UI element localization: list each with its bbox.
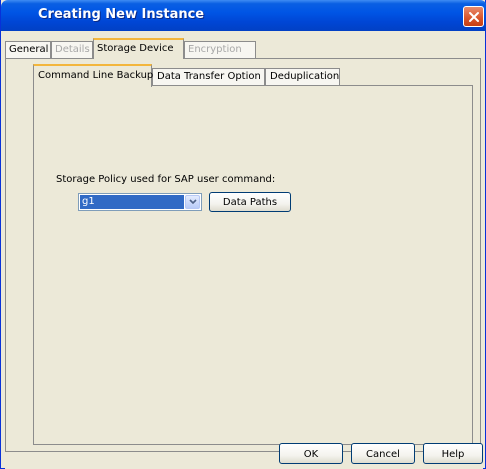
close-button[interactable] [463,6,484,27]
tab-deduplication[interactable]: Deduplication [265,68,340,86]
tab-data-transfer-option[interactable]: Data Transfer Option [152,68,265,86]
title-bar[interactable]: Creating New Instance [1,0,486,31]
tab-general[interactable]: General [5,41,51,58]
storage-device-panel: Command Line Backup Data Transfer Option… [5,58,481,452]
tab-label: Storage Device [97,43,174,54]
tab-command-line-backup[interactable]: Command Line Backup [33,64,154,87]
dialog-window: Creating New Instance General Details St… [0,0,486,469]
storage-policy-value: g1 [80,195,184,209]
cancel-button[interactable]: Cancel [351,443,415,464]
dropdown-button[interactable] [185,195,200,209]
tab-label: General [9,44,49,55]
outer-tab-strip: General Details Storage Device Encryptio… [5,38,483,59]
command-line-backup-panel: Storage Policy used for SAP user command… [33,85,473,445]
dialog-body: General Details Storage Device Encryptio… [5,31,483,469]
chevron-down-icon [189,199,197,205]
tab-label: Command Line Backup [38,70,154,81]
ok-button[interactable]: OK [279,443,343,464]
tab-details: Details [51,41,93,58]
data-paths-button[interactable]: Data Paths [209,192,291,212]
tab-encryption: Encryption [184,41,256,58]
tab-label: Data Transfer Option [157,71,261,82]
tab-storage-device[interactable]: Storage Device [93,38,184,59]
close-icon [469,12,479,22]
storage-policy-select[interactable]: g1 [78,193,202,211]
window-title: Creating New Instance [38,7,205,22]
storage-policy-label: Storage Policy used for SAP user command… [56,174,276,185]
tab-label: Encryption [188,44,242,55]
inner-tab-strip: Command Line Backup Data Transfer Option… [33,64,473,87]
help-button[interactable]: Help [423,443,483,464]
tab-label: Details [55,44,90,55]
tab-label: Deduplication [270,71,340,82]
